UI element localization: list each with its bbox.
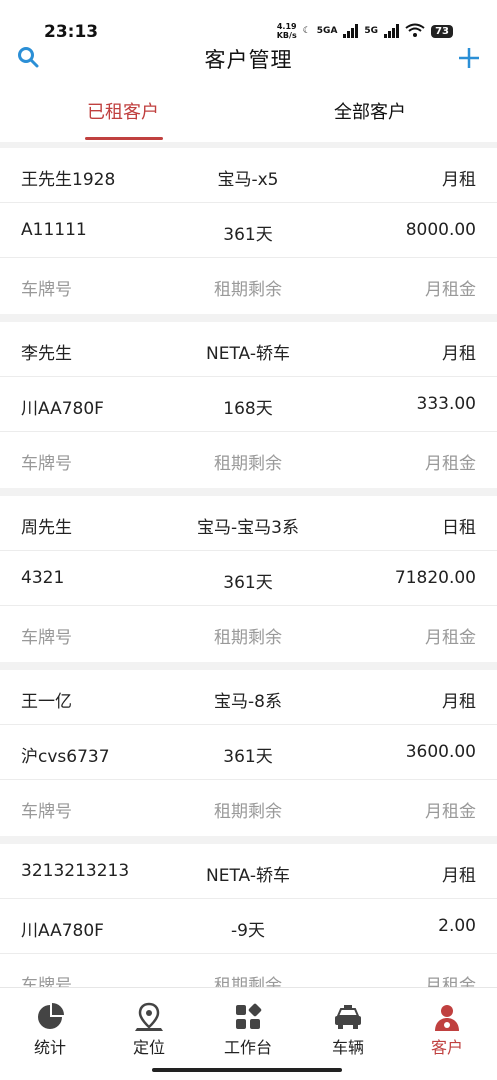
user-icon bbox=[435, 1005, 459, 1031]
rent-label: 月租金 bbox=[425, 454, 476, 474]
rent-label: 月租金 bbox=[425, 280, 476, 300]
customer-name: 王先生1928 bbox=[21, 170, 116, 190]
customer-card[interactable]: 王一亿 宝马-8系 月租 沪cvs6737 361天 3600.00 车牌号 租期剩余 月租… bbox=[0, 670, 497, 836]
nav-customers[interactable]: 客户 bbox=[407, 1002, 487, 1058]
car-icon bbox=[335, 1005, 361, 1029]
plate-label: 车牌号 bbox=[21, 628, 72, 648]
remaining-days: 361天 bbox=[223, 573, 273, 593]
rent-amount: 2.00 bbox=[438, 916, 476, 936]
car-model: NETA-轿车 bbox=[206, 344, 290, 364]
plate-label: 车牌号 bbox=[21, 802, 72, 822]
rent-label: 月租金 bbox=[425, 802, 476, 822]
plate-label: 车牌号 bbox=[21, 280, 72, 300]
rent-amount: 8000.00 bbox=[405, 220, 476, 240]
car-model: 宝马-宝马3系 bbox=[197, 518, 299, 538]
status-time: 23:13 bbox=[44, 22, 99, 42]
wifi-icon bbox=[405, 23, 425, 40]
plate-number: A11111 bbox=[21, 220, 87, 240]
moon-icon: ☾ bbox=[302, 26, 311, 36]
nav-label: 车辆 bbox=[331, 1038, 364, 1057]
location-pin-icon bbox=[135, 1002, 163, 1031]
bottom-navigation: 统计 定位 工作台 车辆 客户 bbox=[0, 987, 497, 1080]
customer-name: 周先生 bbox=[21, 518, 72, 538]
car-model: 宝马-x5 bbox=[217, 170, 279, 190]
customer-list: 王先生1928 宝马-x5 月租 A11111 361天 8000.00 车牌号 租期剩余… bbox=[0, 148, 497, 1018]
plate-number: 4321 bbox=[21, 568, 65, 588]
customer-name: 王一亿 bbox=[21, 692, 72, 712]
remaining-days: -9天 bbox=[231, 921, 265, 941]
nav-location[interactable]: 定位 bbox=[109, 1002, 189, 1058]
tab-all-customers[interactable]: 全部客户 bbox=[334, 98, 406, 124]
plus-icon[interactable] bbox=[457, 46, 481, 70]
remaining-days: 361天 bbox=[223, 747, 273, 767]
car-model: NETA-轿车 bbox=[206, 866, 290, 886]
nav-statistics[interactable]: 统计 bbox=[10, 1002, 90, 1058]
network-label-2: 5G bbox=[364, 26, 379, 36]
nav-label: 定位 bbox=[132, 1038, 165, 1057]
customer-name: 李先生 bbox=[21, 344, 72, 364]
remaining-label: 租期剩余 bbox=[214, 802, 282, 822]
rent-amount: 333.00 bbox=[416, 394, 476, 414]
dashboard-icon bbox=[236, 1003, 262, 1029]
rent-amount: 71820.00 bbox=[394, 568, 476, 588]
home-indicator[interactable] bbox=[152, 1068, 342, 1072]
customer-card[interactable]: 王先生1928 宝马-x5 月租 A11111 361天 8000.00 车牌号 租期剩余… bbox=[0, 148, 497, 314]
plate-number: 沪cvs6737 bbox=[21, 747, 110, 767]
network-speed: 4.19 KB/s bbox=[276, 22, 297, 40]
car-model: 宝马-8系 bbox=[214, 692, 282, 712]
rent-type: 月租 bbox=[442, 866, 476, 886]
network-label-1: 5GA bbox=[316, 26, 338, 36]
active-tab-indicator bbox=[85, 137, 163, 140]
plate-number: 川AA780F bbox=[21, 921, 104, 941]
plate-number: 川AA780F bbox=[21, 399, 104, 419]
customer-card[interactable]: 李先生 NETA-轿车 月租 川AA780F 168天 333.00 车牌号 租期剩余 月租… bbox=[0, 322, 497, 488]
rent-amount: 3600.00 bbox=[405, 742, 476, 762]
nav-label: 统计 bbox=[33, 1038, 66, 1057]
status-icons: 4.19 KB/s ☾ 5GA 5G 73 bbox=[277, 22, 453, 40]
rent-type: 月租 bbox=[442, 170, 476, 190]
tab-bar: 已租客户 全部客户 bbox=[0, 70, 497, 142]
signal-icon bbox=[343, 24, 359, 38]
remaining-days: 168天 bbox=[223, 399, 273, 419]
rent-label: 月租金 bbox=[425, 628, 476, 648]
remaining-label: 租期剩余 bbox=[214, 454, 282, 474]
remaining-label: 租期剩余 bbox=[214, 280, 282, 300]
rent-type: 月租 bbox=[442, 344, 476, 364]
nav-vehicles[interactable]: 车辆 bbox=[308, 1002, 388, 1058]
customer-name: 3213213213 bbox=[21, 861, 130, 881]
tab-rented-customers[interactable]: 已租客户 bbox=[87, 98, 159, 124]
rent-type: 日租 bbox=[442, 518, 476, 538]
plate-label: 车牌号 bbox=[21, 454, 72, 474]
rent-type: 月租 bbox=[442, 692, 476, 712]
signal-icon-2 bbox=[384, 24, 400, 38]
customer-card[interactable]: 周先生 宝马-宝马3系 日租 4321 361天 71820.00 车牌号 租期剩余 月租金 bbox=[0, 496, 497, 662]
pie-chart-icon bbox=[38, 1003, 64, 1029]
remaining-label: 租期剩余 bbox=[214, 628, 282, 648]
battery-icon: 73 bbox=[431, 24, 453, 38]
nav-dashboard[interactable]: 工作台 bbox=[208, 1002, 288, 1058]
customer-card[interactable]: 3213213213 NETA-轿车 月租 川AA780F -9天 2.00 车牌号 租期… bbox=[0, 844, 497, 1010]
status-bar: 23:13 4.19 KB/s ☾ 5GA 5G 73 bbox=[0, 0, 497, 44]
nav-label: 工作台 bbox=[223, 1038, 272, 1057]
nav-label: 客户 bbox=[430, 1038, 463, 1057]
remaining-days: 361天 bbox=[223, 225, 273, 245]
